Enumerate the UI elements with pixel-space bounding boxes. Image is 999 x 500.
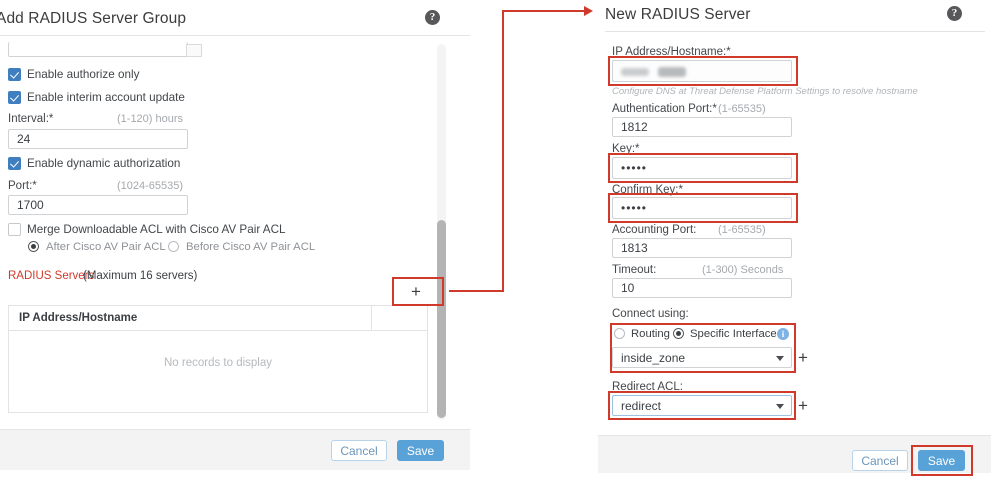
interval-hint: (1-120) hours xyxy=(117,113,184,125)
confirm-key-label: Confirm Key:* xyxy=(612,184,683,196)
new-radius-server-dialog: New RADIUS Server ? IP Address/Hostname:… xyxy=(590,0,999,473)
accounting-port-input[interactable]: 1813 xyxy=(612,238,792,258)
chevron-down-icon xyxy=(776,403,784,409)
add-server-plus-button[interactable]: + xyxy=(411,283,421,300)
screenshot-root: Add RADIUS Server Group ? Enable authori… xyxy=(0,0,999,500)
table-header-divider xyxy=(371,306,372,330)
port-label: Port:* xyxy=(8,180,37,192)
timeout-input[interactable]: 10 xyxy=(612,278,792,298)
radio-after-cisco-av-pair-acl[interactable] xyxy=(28,241,39,252)
info-icon[interactable]: i xyxy=(777,328,789,340)
redirect-acl-select[interactable]: redirect xyxy=(612,395,792,416)
checkbox-enable-interim-account-update-label: Enable interim account update xyxy=(27,91,185,104)
checkbox-enable-interim-account-update[interactable] xyxy=(8,91,21,104)
table-column-header-ip-address-hostname: IP Address/Hostname xyxy=(19,312,138,324)
ip-address-dns-note: Configure DNS at Threat Defense Platform… xyxy=(612,86,918,97)
left-cancel-button[interactable]: Cancel xyxy=(331,440,387,461)
redacted-text-block-1 xyxy=(621,68,649,76)
ip-address-hostname-label: IP Address/Hostname:* xyxy=(612,46,731,58)
right-save-button[interactable]: Save xyxy=(918,450,965,471)
help-icon[interactable]: ? xyxy=(425,10,440,25)
key-field[interactable]: ••••• xyxy=(612,157,792,179)
radio-specific-interface[interactable] xyxy=(673,328,684,339)
left-title-divider xyxy=(0,35,470,36)
redirect-acl-label: Redirect ACL: xyxy=(612,381,683,393)
radio-routing[interactable] xyxy=(614,328,625,339)
table-header-row: IP Address/Hostname xyxy=(9,306,427,331)
left-dialog-title: Add RADIUS Server Group xyxy=(0,10,187,27)
radius-servers-section-title: RADIUS Servers xyxy=(8,270,95,282)
checkbox-enable-authorize-only[interactable] xyxy=(8,68,21,81)
checkbox-enable-dynamic-authorization[interactable] xyxy=(8,157,21,170)
top-partial-field[interactable] xyxy=(8,42,188,57)
radio-before-cisco-av-pair-acl[interactable] xyxy=(168,241,179,252)
authentication-port-hint: (1-65535) xyxy=(718,103,766,115)
top-partial-dropdown-stub[interactable] xyxy=(186,44,202,57)
interval-input[interactable]: 24 xyxy=(8,129,188,149)
interface-zone-select[interactable]: inside_zone xyxy=(612,347,792,368)
table-empty-message: No records to display xyxy=(163,357,273,369)
authentication-port-input[interactable]: 1812 xyxy=(612,117,792,137)
port-input[interactable]: 1700 xyxy=(8,195,188,215)
radio-routing-label: Routing xyxy=(631,328,670,340)
radio-before-cisco-av-pair-acl-label: Before Cisco AV Pair ACL xyxy=(186,241,316,253)
interval-label: Interval:* xyxy=(8,113,54,125)
right-title-divider xyxy=(605,31,985,32)
timeout-hint: (1-300) Seconds xyxy=(702,264,784,276)
chevron-down-icon xyxy=(776,355,784,361)
checkbox-merge-downloadable-acl-label: Merge Downloadable ACL with Cisco AV Pai… xyxy=(27,223,286,236)
right-dialog-title: New RADIUS Server xyxy=(605,6,751,23)
right-help-icon[interactable]: ? xyxy=(947,6,962,21)
port-hint: (1024-65535) xyxy=(117,180,184,192)
add-interface-plus-button[interactable]: + xyxy=(798,349,808,366)
annotation-connector-segment-h2 xyxy=(502,10,586,12)
checkbox-enable-dynamic-authorization-label: Enable dynamic authorization xyxy=(27,157,181,170)
redacted-text-block-2 xyxy=(658,67,686,77)
radius-servers-section-subtitle: (Maximum 16 servers) xyxy=(83,270,198,282)
accounting-port-hint: (1-65535) xyxy=(718,224,766,236)
key-label: Key:* xyxy=(612,143,640,155)
authentication-port-label: Authentication Port:* xyxy=(612,103,717,115)
ip-address-field[interactable] xyxy=(612,60,792,82)
checkbox-enable-authorize-only-label: Enable authorize only xyxy=(27,68,140,81)
left-dialog-scrollbar-thumb[interactable] xyxy=(437,220,446,418)
radio-after-cisco-av-pair-acl-label: After Cisco AV Pair ACL xyxy=(46,241,166,253)
radio-specific-interface-label: Specific Interface xyxy=(690,328,777,340)
right-cancel-button[interactable]: Cancel xyxy=(852,450,908,471)
add-redirect-acl-plus-button[interactable]: + xyxy=(798,397,808,414)
confirm-key-field[interactable]: ••••• xyxy=(612,197,792,219)
radius-servers-table: IP Address/Hostname No records to displa… xyxy=(8,305,428,413)
add-radius-server-group-dialog: Add RADIUS Server Group ? Enable authori… xyxy=(0,0,470,470)
checkbox-merge-downloadable-acl[interactable] xyxy=(8,223,21,236)
accounting-port-label: Accounting Port: xyxy=(612,224,697,236)
annotation-connector-segment-v xyxy=(502,10,504,292)
connect-using-label: Connect using: xyxy=(612,308,689,320)
left-save-button[interactable]: Save xyxy=(397,440,444,461)
timeout-label: Timeout: xyxy=(612,264,657,276)
